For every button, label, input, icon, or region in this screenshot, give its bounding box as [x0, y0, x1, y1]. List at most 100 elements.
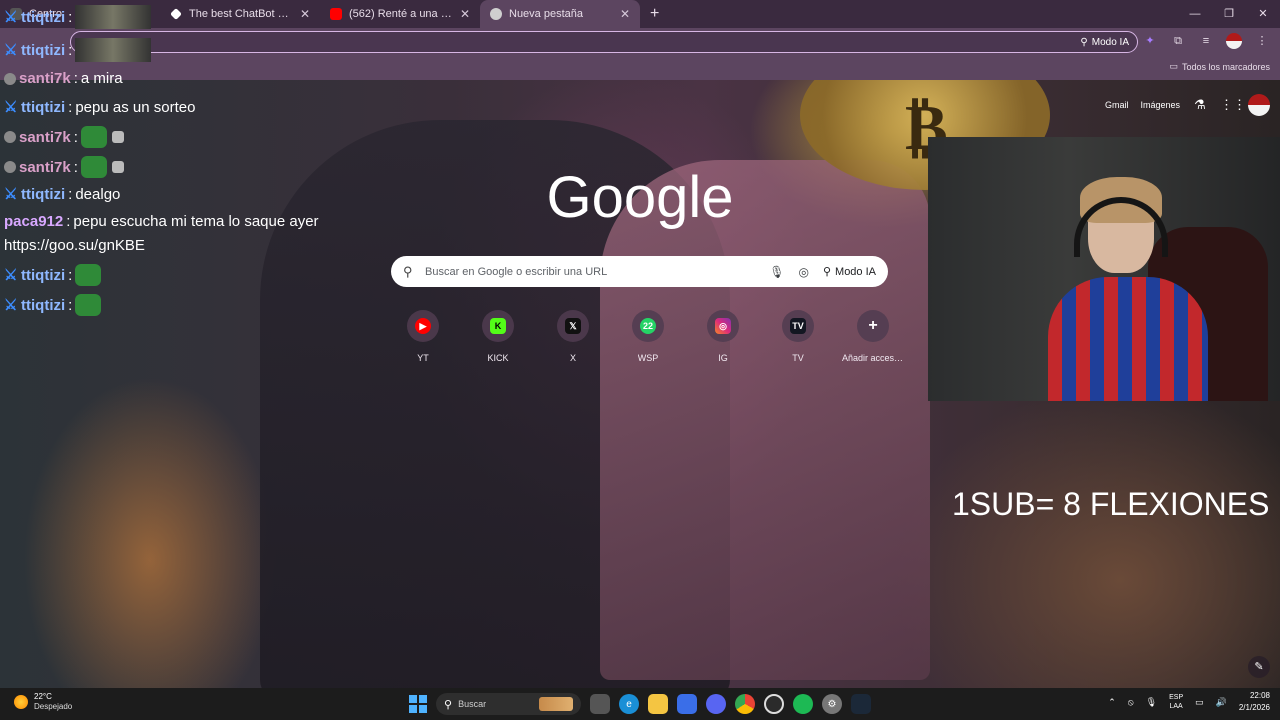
search-actions: 🎙 ◎ ⚲ Modo IA	[769, 265, 876, 279]
display-icon[interactable]: ▭	[1195, 697, 1204, 708]
clock-date: 2/1/2026	[1238, 703, 1270, 712]
shortcut-circle: ◎	[707, 310, 739, 342]
shortcut-label: WSP	[637, 353, 659, 363]
chat-colon: :	[73, 70, 78, 87]
taskbar-apps: ⚲ Buscar e ⚙	[409, 693, 871, 715]
mic-icon[interactable]: 🎙	[1146, 697, 1157, 708]
chat-colon: :	[68, 8, 73, 26]
media-icon[interactable]: ≡	[1198, 33, 1214, 49]
language-indicator[interactable]: ESP LAA	[1169, 693, 1183, 711]
modo-ia-button[interactable]: ⚲ Modo IA	[1080, 34, 1129, 50]
images-link[interactable]: Imágenes	[1140, 100, 1180, 110]
steam-icon[interactable]	[851, 694, 871, 714]
close-icon[interactable]: ✕	[620, 7, 630, 21]
account-avatar[interactable]	[1248, 94, 1270, 116]
windows-taskbar: 22°C Despejado ⚲ Buscar e ⚙ ⌃ ⦸ �	[0, 688, 1280, 720]
shortcut-circle: +	[857, 310, 889, 342]
pepe-emote-icon	[75, 294, 102, 316]
browser-tabbar: Centro ✕ The best ChatBot and Widgets ✕ …	[0, 0, 1280, 28]
shortcut-label: YT	[417, 353, 429, 363]
file-explorer-icon[interactable]	[648, 694, 668, 714]
youtube-icon	[330, 8, 342, 20]
shortcut-circle: TV	[782, 310, 814, 342]
microphone-icon[interactable]: 🎙	[769, 265, 784, 279]
spotify-icon[interactable]	[793, 694, 813, 714]
search-icon: ⚲	[444, 698, 453, 711]
system-tray: ⌃ ⦸ 🎙 ESP LAA ▭ 🔊 22:08 2/1/2026	[1108, 690, 1270, 714]
clock-time: 22:08	[1249, 691, 1270, 700]
address-bar[interactable]: ⚲ Modo IA	[70, 31, 1138, 53]
clock[interactable]: 22:08 2/1/2026	[1239, 690, 1270, 714]
shortcut-kick[interactable]: K KICK	[467, 310, 529, 363]
shortcut-label: Añadir acceso directo	[842, 353, 904, 363]
labs-icon[interactable]: ⚗	[1192, 97, 1208, 113]
sword-badge-icon: ⚔	[4, 42, 18, 59]
apps-grid-icon[interactable]: ⋮⋮	[1220, 97, 1246, 113]
obs-icon[interactable]	[764, 694, 784, 714]
close-icon[interactable]: ✕	[460, 7, 470, 21]
new-tab-button[interactable]: +	[640, 0, 669, 28]
modo-ia-search-button[interactable]: ⚲ Modo IA	[823, 265, 876, 279]
user-badge-icon	[4, 72, 16, 85]
gmail-link[interactable]: Gmail	[1105, 100, 1129, 110]
shortcut-tv[interactable]: TV TV	[767, 310, 829, 363]
close-window-icon[interactable]: ✕	[1246, 0, 1280, 28]
shortcut-yt[interactable]: ▶ YT	[392, 310, 454, 363]
chat-line: paca912: pepu escucha mi tema lo saque a…	[4, 213, 319, 230]
chat-colon: :	[73, 158, 78, 176]
search-highlight-art	[539, 697, 573, 711]
customize-pencil-icon[interactable]: ✎	[1248, 656, 1270, 678]
chrome-icon[interactable]	[735, 694, 755, 714]
lang-primary: ESP	[1169, 694, 1184, 701]
sparkle-search-icon: ⚲	[1080, 36, 1088, 48]
chat-message[interactable]: https://goo.su/gnKBE	[4, 237, 145, 254]
profile-avatar[interactable]	[1226, 33, 1242, 49]
lens-icon[interactable]: ◎	[798, 265, 808, 279]
restore-icon[interactable]: ❐	[1212, 0, 1246, 28]
extensions-icon[interactable]: ⧉	[1170, 33, 1186, 49]
discord-icon[interactable]	[706, 694, 726, 714]
shortcut-circle: K	[482, 310, 514, 342]
pepe-emote-icon	[80, 156, 107, 178]
tab-youtube[interactable]: (562) Renté a una novia y a un ✕	[320, 0, 480, 28]
close-icon[interactable]: ✕	[300, 7, 310, 21]
gemini-icon[interactable]: ✦	[1142, 33, 1158, 49]
tab-new-tab[interactable]: Nueva pestaña ✕	[480, 0, 640, 28]
network-off-icon[interactable]: ⦸	[1128, 697, 1134, 708]
speaker-icon[interactable]: 🔊	[1216, 697, 1227, 708]
all-bookmarks-button[interactable]: ▭ Todos los marcadores	[1169, 61, 1270, 72]
chat-colon: :	[68, 185, 73, 203]
chat-line: ⚔ ttiqtizi:	[4, 5, 152, 29]
chat-emote	[75, 5, 152, 29]
chat-username: santi7k	[19, 70, 71, 87]
minimize-icon[interactable]: —	[1178, 0, 1212, 28]
chat-colon: :	[68, 98, 73, 116]
chat-line: ⚔ ttiqtizi:	[4, 264, 102, 286]
sword-badge-icon: ⚔	[4, 99, 18, 116]
sun-icon	[14, 695, 28, 709]
tab-chatbot[interactable]: The best ChatBot and Widgets ✕	[160, 0, 320, 28]
chat-line: santi7k:	[4, 156, 124, 178]
sword-badge-icon: ⚔	[4, 267, 18, 284]
taskbar-search[interactable]: ⚲ Buscar	[436, 693, 581, 715]
shortcut-label: IG	[718, 353, 728, 363]
chevron-up-icon[interactable]: ⌃	[1108, 697, 1116, 708]
weather-widget[interactable]: 22°C Despejado	[14, 692, 72, 712]
chat-username: ttiqtizi	[21, 266, 66, 284]
task-view-icon[interactable]	[590, 694, 610, 714]
shortcut-wsp[interactable]: 22 WSP	[617, 310, 679, 363]
chat-message: pepu as un sorteo	[75, 98, 196, 116]
window-controls: — ❐ ✕	[1178, 0, 1280, 28]
shortcut-ig[interactable]: ◎ IG	[692, 310, 754, 363]
store-icon[interactable]	[677, 694, 697, 714]
google-search-box[interactable]: ⚲ Buscar en Google o escribir una URL 🎙 …	[391, 256, 888, 287]
menu-icon[interactable]: ⋮	[1254, 33, 1270, 49]
edge-icon[interactable]: e	[619, 694, 639, 714]
chat-message: dealgo	[75, 185, 121, 203]
chat-username: ttiqtizi	[21, 185, 66, 203]
settings-gear-icon[interactable]: ⚙	[822, 694, 842, 714]
shortcut-add[interactable]: + Añadir acceso directo	[842, 310, 904, 363]
shortcut-x[interactable]: 𝕏 X	[542, 310, 604, 363]
chat-line: santi7k:	[4, 126, 124, 148]
windows-start-icon[interactable]	[409, 695, 427, 713]
